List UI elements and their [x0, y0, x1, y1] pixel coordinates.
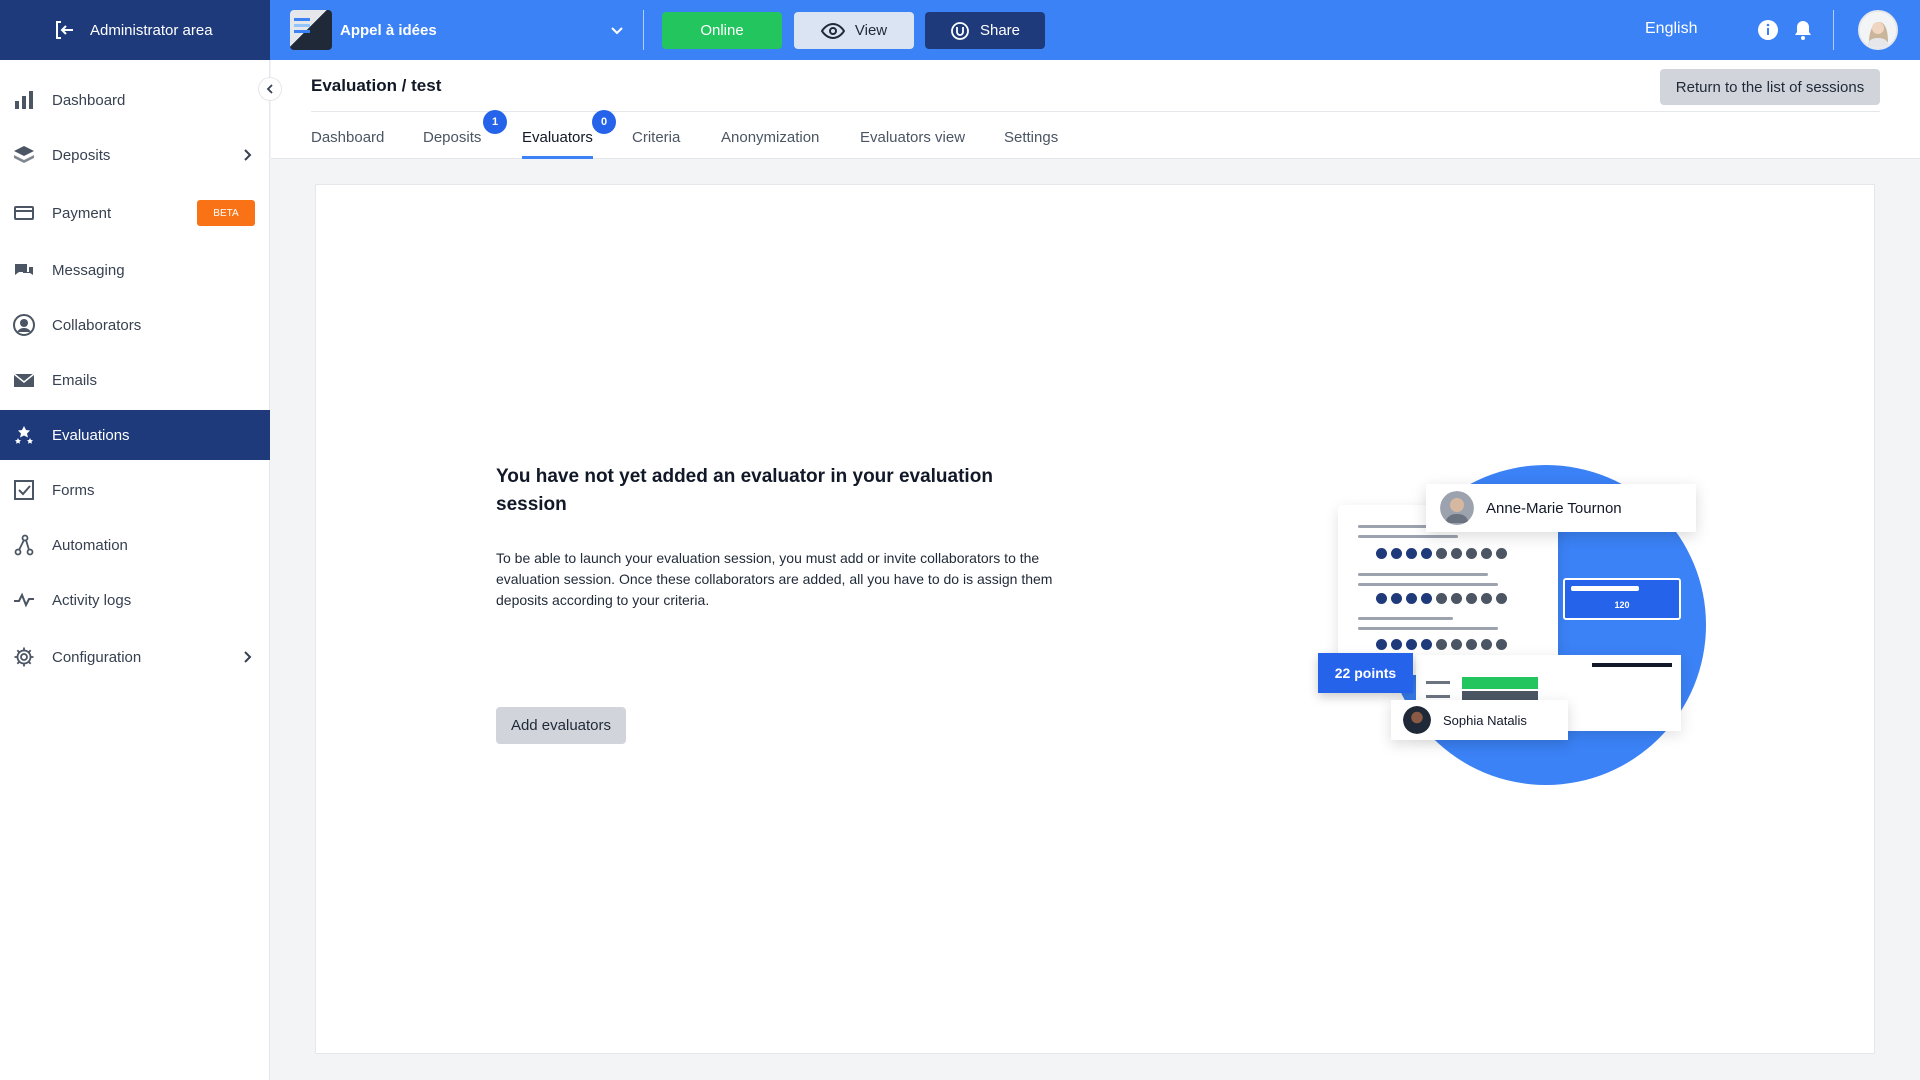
tab-settings[interactable]: Settings — [1004, 129, 1058, 159]
sidebar-item-evaluations[interactable]: Evaluations — [0, 410, 270, 460]
return-to-sessions-button[interactable]: Return to the list of sessions — [1660, 69, 1880, 105]
share-button[interactable]: Share — [925, 12, 1045, 49]
deposits-count-badge: 1 — [483, 110, 507, 134]
sidebar-item-automation[interactable]: Automation — [0, 520, 270, 570]
envelope-icon — [13, 373, 35, 387]
sidebar-item-dashboard[interactable]: Dashboard — [0, 75, 270, 125]
exit-icon — [56, 21, 73, 39]
view-button[interactable]: View — [794, 12, 914, 49]
tab-dashboard[interactable]: Dashboard — [311, 129, 384, 159]
online-label: Online — [700, 22, 744, 39]
sidebar-item-label: Deposits — [52, 146, 111, 164]
stars-icon — [15, 426, 33, 444]
bar-chart-icon — [15, 91, 33, 109]
sidebar-item-label: Activity logs — [52, 591, 132, 609]
evaluators-empty-state-card: You have not yet added an evaluator in y… — [315, 184, 1875, 1054]
chevron-left-icon — [266, 84, 273, 94]
chevron-right-icon — [244, 149, 252, 161]
sidebar-item-label: Dashboard — [52, 91, 126, 109]
illustration-person-card: Sophia Natalis — [1391, 700, 1568, 740]
eye-icon — [820, 22, 845, 39]
language-selector[interactable]: English — [1645, 20, 1697, 38]
automation-icon — [14, 534, 34, 556]
evaluators-illustration: 120 22 points Anne-Marie Tournon Sophia … — [1316, 455, 1716, 795]
page-title: Evaluation / test — [311, 76, 442, 95]
activity-icon — [14, 592, 34, 608]
tab-evaluators[interactable]: Evaluators — [522, 129, 593, 159]
sidebar-item-label: Messaging — [52, 261, 125, 279]
beta-badge: BETA — [197, 200, 255, 226]
sidebar-item-label: Forms — [52, 481, 95, 499]
layers-icon — [14, 146, 34, 163]
tab-deposits[interactable]: Deposits — [423, 129, 481, 159]
chevron-right-icon — [244, 651, 252, 663]
divider — [643, 10, 644, 50]
online-button[interactable]: Online — [662, 12, 782, 49]
person-name: Anne-Marie Tournon — [1486, 499, 1622, 517]
info-icon[interactable] — [1756, 18, 1780, 42]
sidebar-item-configuration[interactable]: Configuration — [0, 632, 270, 682]
sidebar-item-label: Emails — [52, 371, 98, 389]
sidebar-item-forms[interactable]: Forms — [0, 465, 270, 515]
sidebar-item-label: Evaluations — [52, 426, 130, 444]
illustration-score: 120 — [1614, 600, 1630, 610]
sidebar-item-activity-logs[interactable]: Activity logs — [0, 575, 270, 625]
user-circle-icon — [13, 314, 35, 336]
checkbox-icon — [14, 480, 34, 500]
top-bar: Administrator area Appel à idées Online … — [0, 0, 1920, 60]
sidebar-item-deposits[interactable]: Deposits — [0, 130, 270, 180]
page-header: Evaluation / test Return to the list of … — [271, 60, 1920, 159]
divider — [1833, 10, 1834, 50]
sidebar-item-payment[interactable]: Payment BETA — [0, 188, 270, 238]
divider — [311, 111, 1880, 112]
chevron-down-icon — [611, 27, 623, 35]
illustration-points-badge: 22 points — [1318, 653, 1413, 693]
sidebar-item-collaborators[interactable]: Collaborators — [0, 300, 270, 350]
administrator-area-button[interactable]: Administrator area — [0, 0, 270, 60]
person-avatar — [1440, 491, 1474, 525]
sidebar-item-label: Configuration — [52, 648, 142, 666]
user-avatar[interactable] — [1858, 10, 1898, 50]
administrator-area-label: Administrator area — [90, 21, 213, 39]
person-avatar — [1403, 706, 1431, 734]
bell-icon[interactable] — [1791, 18, 1815, 42]
view-label: View — [854, 22, 888, 39]
sidebar: Dashboard Deposits Payment BETA Messagin… — [0, 60, 270, 1080]
person-name: Sophia Natalis — [1443, 712, 1527, 728]
sidebar-item-emails[interactable]: Emails — [0, 355, 270, 405]
add-evaluators-button[interactable]: Add evaluators — [496, 707, 626, 744]
share-label: Share — [979, 22, 1021, 39]
empty-state-description: To be able to launch your evaluation ses… — [496, 550, 1053, 608]
share-icon — [951, 21, 969, 40]
tab-criteria[interactable]: Criteria — [632, 129, 680, 159]
illustration-score-card: 120 — [1563, 578, 1681, 620]
collapse-sidebar-button[interactable] — [258, 77, 282, 101]
project-thumbnail — [290, 10, 332, 50]
sidebar-item-label: Payment — [52, 204, 112, 222]
gear-icon — [14, 647, 34, 667]
tab-evaluators-view[interactable]: Evaluators view — [860, 129, 965, 159]
credit-card-icon — [14, 206, 34, 220]
chat-icon — [15, 264, 33, 275]
sidebar-item-label: Automation — [52, 536, 128, 554]
evaluators-count-badge: 0 — [592, 110, 616, 134]
illustration-person-card: Anne-Marie Tournon — [1426, 484, 1696, 532]
tab-anonymization[interactable]: Anonymization — [721, 129, 819, 159]
project-selector[interactable]: Appel à idées — [290, 10, 635, 50]
avatar-portrait — [1860, 12, 1896, 48]
sidebar-item-messaging[interactable]: Messaging — [0, 245, 270, 295]
project-name: Appel à idées — [340, 21, 437, 39]
empty-state-title: You have not yet added an evaluator in y… — [496, 466, 993, 515]
sidebar-item-label: Collaborators — [52, 316, 142, 334]
